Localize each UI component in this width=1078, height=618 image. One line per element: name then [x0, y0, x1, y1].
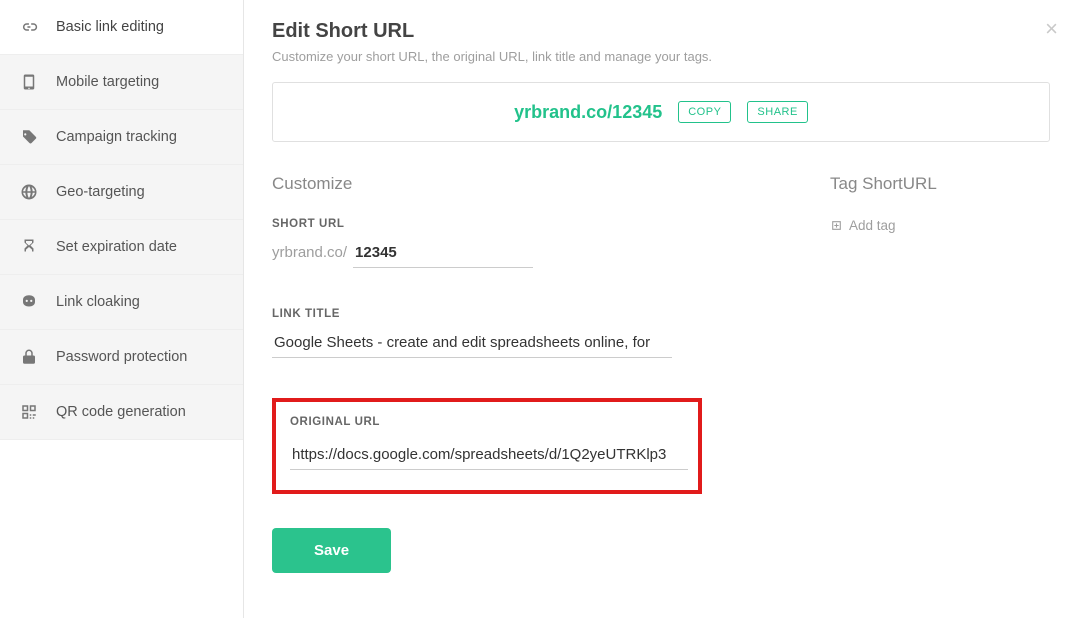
customize-column: Customize SHORT URL yrbrand.co/ LINK TIT…: [272, 174, 790, 573]
mask-icon: [20, 293, 38, 311]
original-url-label: ORIGINAL URL: [290, 416, 684, 428]
lock-icon: [20, 348, 38, 366]
phone-icon: [20, 73, 38, 91]
sidebar-item-geo-targeting[interactable]: Geo-targeting: [0, 165, 243, 220]
save-button[interactable]: Save: [272, 528, 391, 573]
customize-section-title: Customize: [272, 174, 790, 194]
link-title-input[interactable]: [272, 330, 672, 358]
copy-button[interactable]: COPY: [678, 101, 731, 123]
link-icon: [20, 18, 38, 36]
original-url-highlight: ORIGINAL URL: [272, 398, 702, 494]
slug-input[interactable]: [353, 240, 533, 268]
link-title-label: LINK TITLE: [272, 308, 790, 320]
sidebar-item-label: Campaign tracking: [56, 129, 177, 145]
sidebar-item-mobile-targeting[interactable]: Mobile targeting: [0, 55, 243, 110]
sidebar-item-link-cloaking[interactable]: Link cloaking: [0, 275, 243, 330]
short-url-label: SHORT URL: [272, 218, 790, 230]
plus-box-icon: [830, 219, 843, 232]
tags-section-title: Tag ShortURL: [830, 174, 1050, 194]
globe-icon: [20, 183, 38, 201]
tags-column: Tag ShortURL Add tag: [830, 174, 1050, 573]
sidebar-item-qr-code-generation[interactable]: QR code generation: [0, 385, 243, 440]
add-tag-button[interactable]: Add tag: [830, 218, 896, 233]
short-url-display: yrbrand.co/12345: [514, 102, 662, 123]
sidebar: Basic link editing Mobile targeting Camp…: [0, 0, 244, 618]
page-title: Edit Short URL: [272, 20, 1050, 43]
main-panel: × Edit Short URL Customize your short UR…: [244, 0, 1078, 618]
short-url-card: yrbrand.co/12345 COPY SHARE: [272, 82, 1050, 142]
sidebar-item-label: Geo-targeting: [56, 184, 145, 200]
domain-prefix: yrbrand.co/: [272, 244, 347, 261]
tag-icon: [20, 128, 38, 146]
sidebar-item-label: QR code generation: [56, 404, 186, 420]
qr-icon: [20, 403, 38, 421]
sidebar-item-label: Password protection: [56, 349, 187, 365]
sidebar-item-set-expiration-date[interactable]: Set expiration date: [0, 220, 243, 275]
link-title-block: LINK TITLE: [272, 308, 790, 358]
sidebar-item-label: Basic link editing: [56, 19, 164, 35]
sidebar-item-basic-link-editing[interactable]: Basic link editing: [0, 0, 243, 55]
sidebar-item-label: Set expiration date: [56, 239, 177, 255]
sidebar-item-password-protection[interactable]: Password protection: [0, 330, 243, 385]
sidebar-item-campaign-tracking[interactable]: Campaign tracking: [0, 110, 243, 165]
short-url-row: yrbrand.co/: [272, 240, 790, 268]
original-url-input[interactable]: [290, 442, 688, 470]
sidebar-item-label: Mobile targeting: [56, 74, 159, 90]
sidebar-item-label: Link cloaking: [56, 294, 140, 310]
close-icon[interactable]: ×: [1045, 18, 1058, 40]
share-button[interactable]: SHARE: [747, 101, 807, 123]
page-subtitle: Customize your short URL, the original U…: [272, 49, 1050, 64]
add-tag-label: Add tag: [849, 218, 896, 233]
hourglass-icon: [20, 238, 38, 256]
